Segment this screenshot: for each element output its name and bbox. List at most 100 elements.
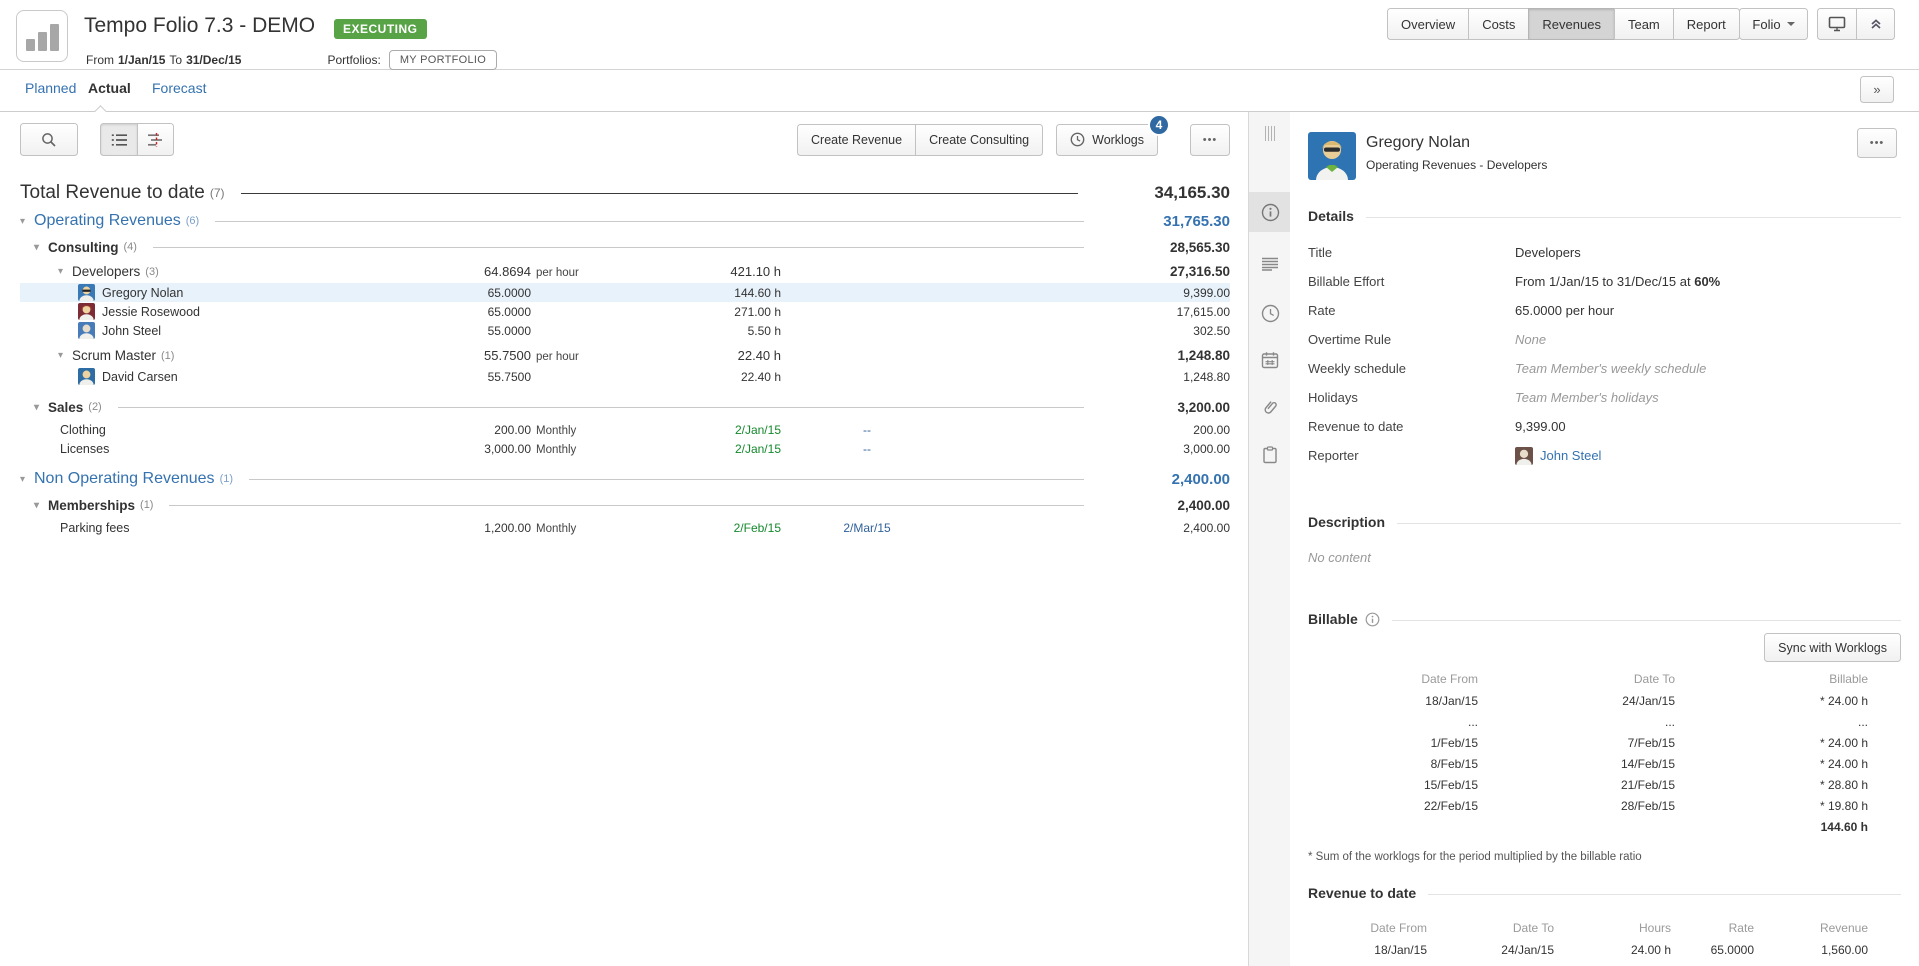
column-header: Date To (1427, 921, 1554, 935)
tab-forecast[interactable]: Forecast (152, 80, 206, 96)
folio-menu-button[interactable]: Folio (1739, 8, 1808, 40)
row-label: Developers (72, 264, 140, 279)
revenue-row-jessie-rosewood[interactable]: Jessie Rosewood65.0000271.00 h17,615.00 (20, 302, 1230, 321)
sync-with-worklogs-button[interactable]: Sync with Worklogs (1764, 633, 1901, 662)
table-cell: 14/Feb/15 (1478, 757, 1675, 771)
section-rule (1397, 523, 1901, 524)
revenue-row-sales[interactable]: ▾Sales(2)3,200.00 (20, 394, 1230, 420)
revenue-row-non-operating-revenues[interactable]: ▾Non Operating Revenues(1)2,400.00 (20, 466, 1230, 492)
amount-cell: 27,316.50 (953, 264, 1230, 279)
nav-tab-report[interactable]: Report (1673, 8, 1740, 40)
revenue-row-developers[interactable]: ▾Developers(3)64.8694per hour421.10 h27,… (20, 260, 1230, 283)
clock-icon (1261, 304, 1280, 323)
revenue-to-date-heading: Revenue to date (1308, 885, 1416, 901)
main-toolbar: Create Revenue Create Consulting Worklog… (20, 123, 1230, 156)
tab-planned[interactable]: Planned (25, 80, 76, 96)
collapse-header-button[interactable] (1856, 8, 1895, 40)
rail-notes-button[interactable] (1249, 244, 1291, 284)
row-label: Operating Revenues (34, 212, 181, 230)
search-icon (41, 132, 57, 148)
tree-collapse-icon[interactable]: ▾ (34, 242, 48, 253)
revenue-row-clothing[interactable]: Clothing200.00Monthly2/Jan/15--200.00 (20, 420, 1230, 439)
table-cell: * 24.00 h (1675, 757, 1868, 771)
table-cell: 21/Feb/15 (1478, 778, 1675, 792)
revenue-row-parking-fees[interactable]: Parking fees1,200.00Monthly2/Feb/152/Mar… (20, 518, 1230, 537)
to-label: To (169, 53, 182, 67)
revenue-to-date-section: Revenue to date Date FromDate ToHoursRat… (1308, 883, 1901, 960)
tree-collapse-icon[interactable]: ▾ (34, 500, 48, 511)
revenue-row-consulting[interactable]: ▾Consulting(4)28,565.30 (20, 234, 1230, 260)
detail-value: 9,399.00 (1515, 419, 1566, 434)
tree-collapse-icon[interactable]: ▾ (34, 402, 48, 413)
nav-tab-costs[interactable]: Costs (1468, 8, 1528, 40)
revenue-row-operating-revenues[interactable]: ▾Operating Revenues(6)31,765.30 (20, 208, 1230, 234)
nav-tab-revenues[interactable]: Revenues (1528, 8, 1614, 40)
row-label: Consulting (48, 240, 119, 255)
row-label: Scrum Master (72, 348, 156, 363)
table-row: 1/Feb/157/Feb/15* 24.00 h (1308, 732, 1901, 753)
amount-cell: 3,000.00 (953, 442, 1230, 456)
end-date-cell: -- (781, 442, 953, 456)
rail-clipboard-button[interactable] (1249, 435, 1291, 475)
amount-cell: 2,400.00 (953, 521, 1230, 535)
portfolio-chip[interactable]: MY PORTFOLIO (389, 50, 497, 70)
table-row: 18/Jan/1524/Jan/15* 24.00 h (1308, 690, 1901, 711)
rail-attachments-button[interactable] (1249, 387, 1291, 427)
status-badge: EXECUTING (334, 19, 427, 39)
detail-label: Overtime Rule (1308, 332, 1515, 347)
rate-cell: 55.7500per hour (343, 348, 593, 363)
tree-collapse-icon[interactable]: ▾ (58, 350, 72, 361)
section-rule (1428, 894, 1901, 895)
create-consulting-button[interactable]: Create Consulting (915, 124, 1043, 156)
detail-name: Gregory Nolan (1366, 134, 1470, 152)
worklogs-clock-icon (1070, 132, 1085, 147)
billable-heading: Billable (1308, 611, 1358, 627)
expand-panel-button[interactable]: » (1860, 76, 1894, 103)
rate-cell: 55.7500 (343, 370, 593, 384)
create-revenue-button[interactable]: Create Revenue (797, 124, 915, 156)
table-row: 22/Feb/1528/Feb/15* 19.80 h (1308, 795, 1901, 816)
more-actions-button[interactable]: ••• (1190, 124, 1230, 156)
revenue-row-memberships[interactable]: ▾Memberships(1)2,400.00 (20, 492, 1230, 518)
detail-panel-icon-rail (1248, 112, 1290, 966)
drag-handle-icon[interactable] (1265, 126, 1275, 141)
row-label: Memberships (48, 498, 135, 513)
amount-cell: 1,248.80 (953, 348, 1230, 363)
tree-collapse-icon[interactable]: ▾ (20, 474, 34, 485)
table-cell: 1/Feb/15 (1308, 736, 1478, 750)
revenue-row-john-steel[interactable]: John Steel55.00005.50 h302.50 (20, 321, 1230, 340)
app-header: Tempo Folio 7.3 - DEMO EXECUTING From 1/… (0, 0, 1919, 70)
david-carsen-avatar (78, 368, 95, 385)
tree-collapse-icon[interactable]: ▾ (20, 216, 34, 227)
end-date-cell: 2/Mar/15 (781, 521, 953, 535)
rail-calendar-button[interactable] (1249, 340, 1291, 380)
tab-actual[interactable]: Actual (88, 80, 131, 96)
detail-label: Rate (1308, 303, 1515, 318)
list-view-button[interactable] (100, 123, 137, 156)
presentation-mode-button[interactable] (1817, 8, 1856, 40)
search-button[interactable] (20, 123, 78, 156)
revenue-row-licenses[interactable]: Licenses3,000.00Monthly2/Jan/15--3,000.0… (20, 439, 1230, 458)
amount-cell: 28,565.30 (1100, 240, 1230, 255)
table-cell: * 19.80 h (1675, 799, 1868, 813)
page-title: Tempo Folio 7.3 - DEMO (84, 14, 315, 38)
revenue-row-scrum-master[interactable]: ▾Scrum Master(1)55.7500per hour22.40 h1,… (20, 344, 1230, 367)
column-header: Date To (1478, 672, 1675, 686)
rail-worklog-button[interactable] (1249, 293, 1291, 333)
nav-tab-overview[interactable]: Overview (1387, 8, 1468, 40)
revenue-row-total-revenue-to-date[interactable]: Total Revenue to date(7)34,165.30 (20, 178, 1230, 208)
rail-info-button[interactable] (1249, 192, 1291, 232)
row-rule (153, 247, 1084, 248)
column-header: Date From (1308, 672, 1478, 686)
tree-collapse-icon[interactable]: ▾ (58, 266, 72, 277)
detail-value[interactable]: John Steel (1540, 448, 1601, 463)
worklogs-button[interactable]: Worklogs 4 (1056, 124, 1158, 156)
revenue-to-date-table: Date FromDate ToHoursRateRevenue18/Jan/1… (1308, 917, 1901, 960)
revenue-row-david-carsen[interactable]: David Carsen55.750022.40 h1,248.80 (20, 367, 1230, 386)
detail-more-button[interactable]: ••• (1857, 128, 1897, 158)
nav-tab-team[interactable]: Team (1614, 8, 1673, 40)
revenue-row-gregory-nolan[interactable]: Gregory Nolan65.0000144.60 h9,399.00 (20, 283, 1230, 302)
table-cell: 18/Jan/15 (1308, 943, 1427, 957)
detail-row-title: TitleDevelopers (1308, 238, 1901, 267)
timeline-view-button[interactable] (137, 123, 174, 156)
